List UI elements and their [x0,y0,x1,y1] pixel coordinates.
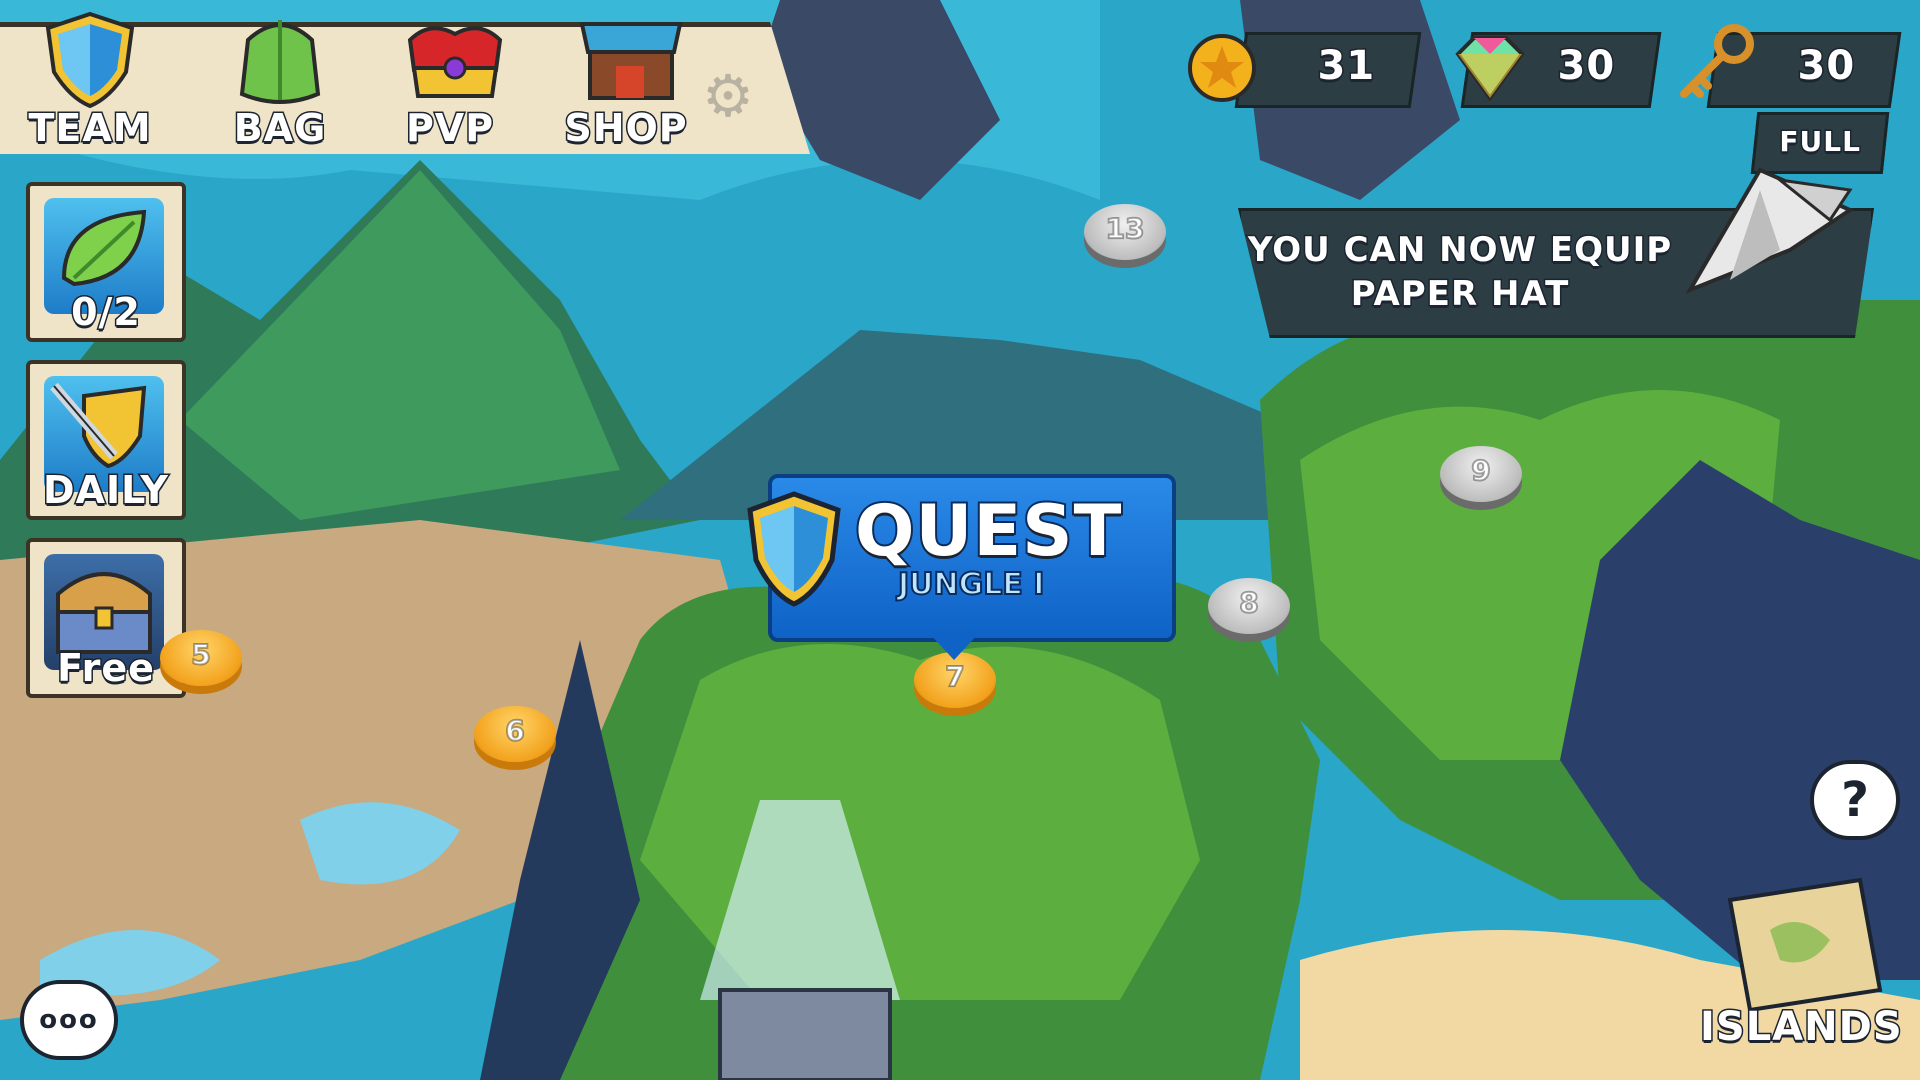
bag-button[interactable]: BAG [210,10,350,152]
notification-text: YOU CAN NOW EQUIP PAPER HAT [1240,228,1680,316]
notification-line2: PAPER HAT [1349,273,1570,316]
coin-counter: 31 [1234,32,1422,108]
islands-label: ISLANDS [1699,1003,1904,1052]
quest-title: QUEST [853,488,1123,574]
settings-gear-icon[interactable]: ⚙ [702,62,754,130]
key-value: 30 [1796,42,1857,91]
pvp-button[interactable]: PVP [380,10,520,152]
daily-label: DAILY [42,467,170,514]
level-number: 13 [1105,211,1146,246]
bag-label: BAG [232,105,327,152]
level-node-13[interactable]: 13 [1084,204,1166,260]
level-node-7[interactable]: 7 [914,652,996,708]
bag-icon [239,20,321,104]
level-node-5[interactable]: 5 [160,630,242,686]
pvp-label: PVP [404,105,495,152]
daily-button[interactable]: DAILY [26,360,186,520]
chat-button[interactable]: ooo [20,980,118,1060]
shop-label: SHOP [563,105,688,152]
paper-hat-icon [1685,167,1855,295]
notification-line1: YOU CAN NOW EQUIP [1246,229,1673,272]
chat-icon: ooo [39,1005,99,1035]
shop-icon [579,22,683,100]
leaf-icon [61,209,147,287]
team-label: TEAM [27,105,152,152]
gem-value: 30 [1556,42,1617,91]
level-number: 7 [944,659,965,694]
islands-button[interactable]: ISLANDS [1699,870,1904,1052]
shield-icon [45,11,135,109]
help-label: ? [1841,772,1869,828]
level-number: 9 [1470,453,1491,488]
level-node-9[interactable]: 9 [1440,446,1522,502]
gem-icon [1455,36,1525,102]
level-number: 8 [1238,585,1259,620]
free-chest-button[interactable]: Free [26,538,186,698]
level-number: 6 [504,713,525,748]
level-number: 5 [190,637,211,672]
quest-subtitle: JUNGLE I [897,566,1045,603]
level-node-8[interactable]: 8 [1208,578,1290,634]
map-scroll-icon [1727,877,1883,1013]
key-icon [1680,24,1754,98]
shop-button[interactable]: SHOP [556,10,696,152]
leaf-quest-button[interactable]: 0/2 [26,182,186,342]
help-button[interactable]: ? [1810,760,1900,840]
shield-icon [747,491,841,607]
leaf-count: 0/2 [70,289,142,336]
coin-icon [1188,34,1256,102]
coin-value: 31 [1316,42,1377,91]
team-button[interactable]: TEAM [20,10,160,152]
crown-icon [407,26,503,98]
level-node-6[interactable]: 6 [474,706,556,762]
quest-popup-pointer [928,632,980,660]
